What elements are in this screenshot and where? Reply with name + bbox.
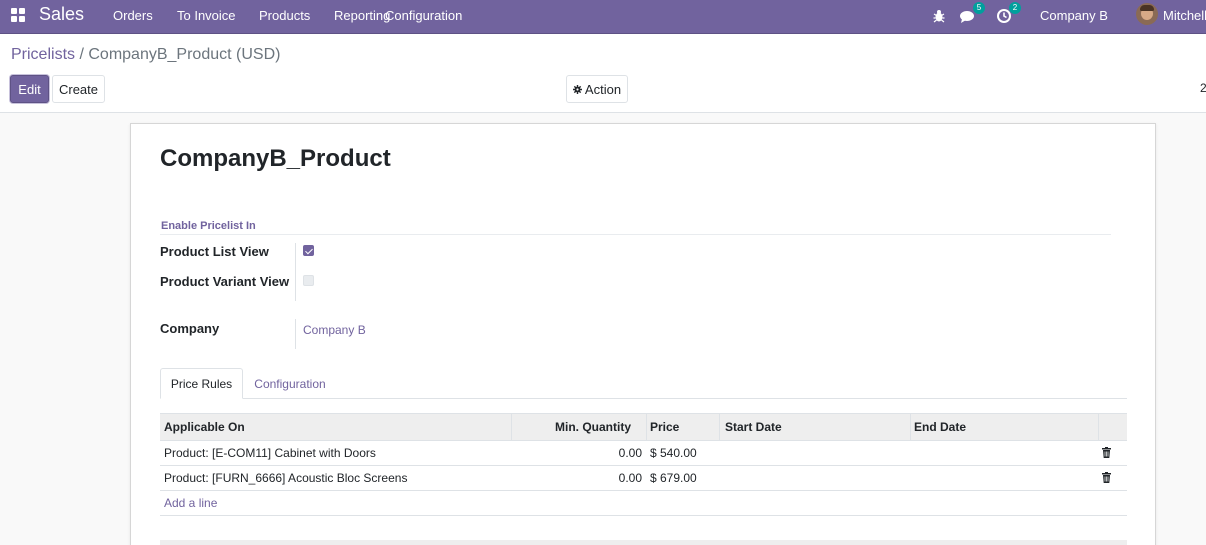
- pager-value[interactable]: 2: [1200, 81, 1206, 95]
- action-label: Action: [584, 81, 622, 97]
- menu-orders[interactable]: Orders: [113, 8, 153, 23]
- company-field[interactable]: Company B: [303, 323, 366, 337]
- top-navbar: Sales Orders To Invoice Products Reporti…: [0, 0, 1206, 34]
- company-label: Company: [160, 321, 220, 336]
- avatar[interactable]: [1136, 3, 1158, 25]
- product-variant-view-checkbox[interactable]: [303, 275, 314, 286]
- breadcrumb-separator: /: [79, 46, 84, 63]
- edit-button[interactable]: Edit: [10, 75, 49, 103]
- chat-icon[interactable]: 5: [959, 2, 985, 25]
- menu-to-invoice[interactable]: To Invoice: [177, 8, 236, 23]
- trash-icon[interactable]: [1102, 472, 1111, 483]
- create-button[interactable]: Create: [52, 75, 105, 103]
- column-price[interactable]: Price: [650, 414, 679, 441]
- price-rules-table: Applicable On Min. Quantity Price Start …: [160, 413, 1127, 516]
- trash-icon[interactable]: [1102, 447, 1111, 458]
- tab-configuration[interactable]: Configuration: [245, 368, 335, 399]
- field-divider: [295, 243, 296, 301]
- product-list-view-checkbox[interactable]: [303, 245, 314, 256]
- company-switcher[interactable]: Company B: [1040, 8, 1108, 23]
- column-min-quantity[interactable]: Min. Quantity: [512, 414, 631, 441]
- apps-grid-icon[interactable]: [11, 8, 25, 22]
- tab-price-rules[interactable]: Price Rules: [160, 368, 243, 399]
- table-header: Applicable On Min. Quantity Price Start …: [160, 413, 1127, 441]
- menu-reporting[interactable]: Reporting: [334, 8, 390, 23]
- cell-applicable-on[interactable]: Product: [E-COM11] Cabinet with Doors: [164, 441, 376, 465]
- cell-min-quantity[interactable]: 0.00: [512, 466, 642, 490]
- activities-count-badge: 2: [1009, 2, 1021, 14]
- breadcrumb: Pricelists / CompanyB_Product (USD): [11, 46, 280, 64]
- group-divider: [160, 234, 1111, 235]
- product-variant-view-label: Product Variant View: [160, 274, 290, 289]
- form-sheet: CompanyB_Product Enable Pricelist In Pro…: [130, 123, 1156, 545]
- cell-applicable-on[interactable]: Product: [FURN_6666] Acoustic Bloc Scree…: [164, 466, 407, 490]
- pricelist-name[interactable]: CompanyB_Product: [160, 145, 391, 173]
- cell-price[interactable]: $ 540.00: [650, 441, 697, 465]
- action-button[interactable]: Action: [566, 75, 628, 103]
- clock-icon[interactable]: 2: [995, 2, 1021, 25]
- column-end-date[interactable]: End Date: [914, 414, 966, 441]
- messages-count-badge: 5: [973, 2, 985, 14]
- breadcrumb-current: CompanyB_Product (USD): [88, 46, 281, 63]
- user-name[interactable]: Mitchell A: [1163, 8, 1206, 23]
- table-footer: [160, 540, 1127, 545]
- gear-icon: [572, 84, 582, 94]
- add-line-row: Add a line: [160, 491, 1127, 516]
- notebook-tabs: Price Rules Configuration: [160, 368, 1127, 399]
- menu-configuration[interactable]: Configuration: [385, 8, 462, 23]
- bug-icon[interactable]: [930, 7, 948, 25]
- table-row[interactable]: Product: [E-COM11] Cabinet with Doors 0.…: [160, 441, 1127, 466]
- app-name[interactable]: Sales: [39, 4, 84, 25]
- product-list-view-label: Product List View: [160, 244, 269, 259]
- table-row[interactable]: Product: [FURN_6666] Acoustic Bloc Scree…: [160, 466, 1127, 491]
- cell-price[interactable]: $ 679.00: [650, 466, 697, 490]
- group-title: Enable Pricelist In: [161, 220, 256, 232]
- cell-min-quantity[interactable]: 0.00: [512, 441, 642, 465]
- add-line-link[interactable]: Add a line: [164, 491, 217, 515]
- breadcrumb-pricelists[interactable]: Pricelists: [11, 46, 75, 63]
- control-panel: Pricelists / CompanyB_Product (USD) Edit…: [0, 34, 1206, 113]
- column-start-date[interactable]: Start Date: [725, 414, 782, 441]
- field-divider: [295, 319, 296, 349]
- column-applicable-on[interactable]: Applicable On: [164, 414, 245, 441]
- menu-products[interactable]: Products: [259, 8, 310, 23]
